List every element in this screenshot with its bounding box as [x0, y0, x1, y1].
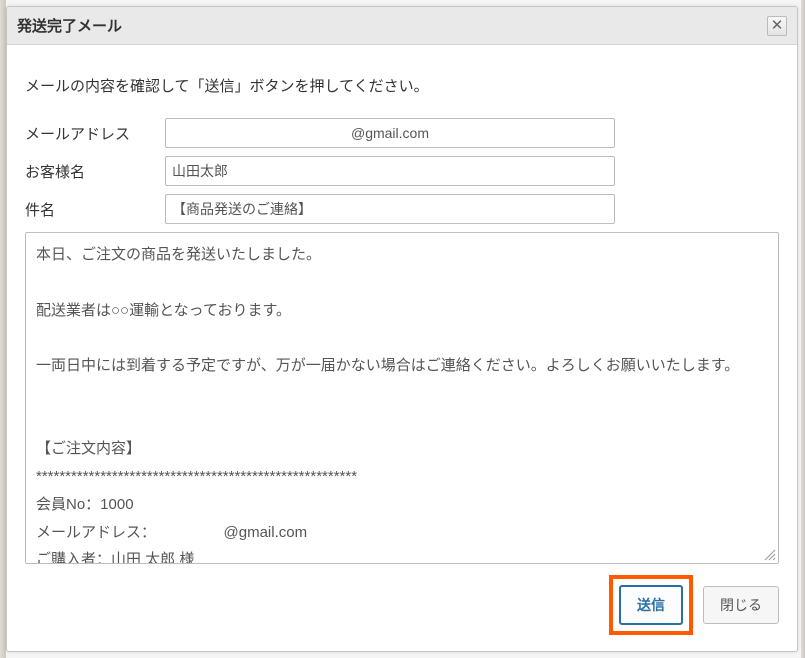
instruction-text: メールの内容を確認して「送信」ボタンを押してください。	[25, 75, 779, 96]
body-textarea[interactable]	[26, 233, 778, 563]
email-row: メールアドレス	[25, 118, 779, 148]
body-textarea-wrap	[25, 232, 779, 564]
customer-input[interactable]	[165, 156, 615, 186]
dialog-body: メールの内容を確認して「送信」ボタンを押してください。 メールアドレス お客様名…	[7, 45, 797, 575]
customer-row: お客様名	[25, 156, 779, 186]
dialog-footer: 送信 閉じる	[7, 575, 797, 651]
customer-label: お客様名	[25, 161, 165, 182]
subject-label: 件名	[25, 199, 165, 220]
email-input[interactable]	[165, 118, 615, 148]
shipping-mail-dialog: 発送完了メール ✕ メールの内容を確認して「送信」ボタンを押してください。 メー…	[6, 6, 798, 652]
dialog-title: 発送完了メール	[17, 15, 122, 36]
submit-highlight: 送信	[609, 575, 693, 635]
close-button[interactable]: 閉じる	[703, 586, 779, 624]
email-label: メールアドレス	[25, 123, 165, 144]
close-icon[interactable]: ✕	[767, 16, 787, 36]
submit-button[interactable]: 送信	[619, 585, 683, 625]
subject-row: 件名	[25, 194, 779, 224]
subject-input[interactable]	[165, 194, 615, 224]
dialog-titlebar: 発送完了メール ✕	[7, 7, 797, 45]
